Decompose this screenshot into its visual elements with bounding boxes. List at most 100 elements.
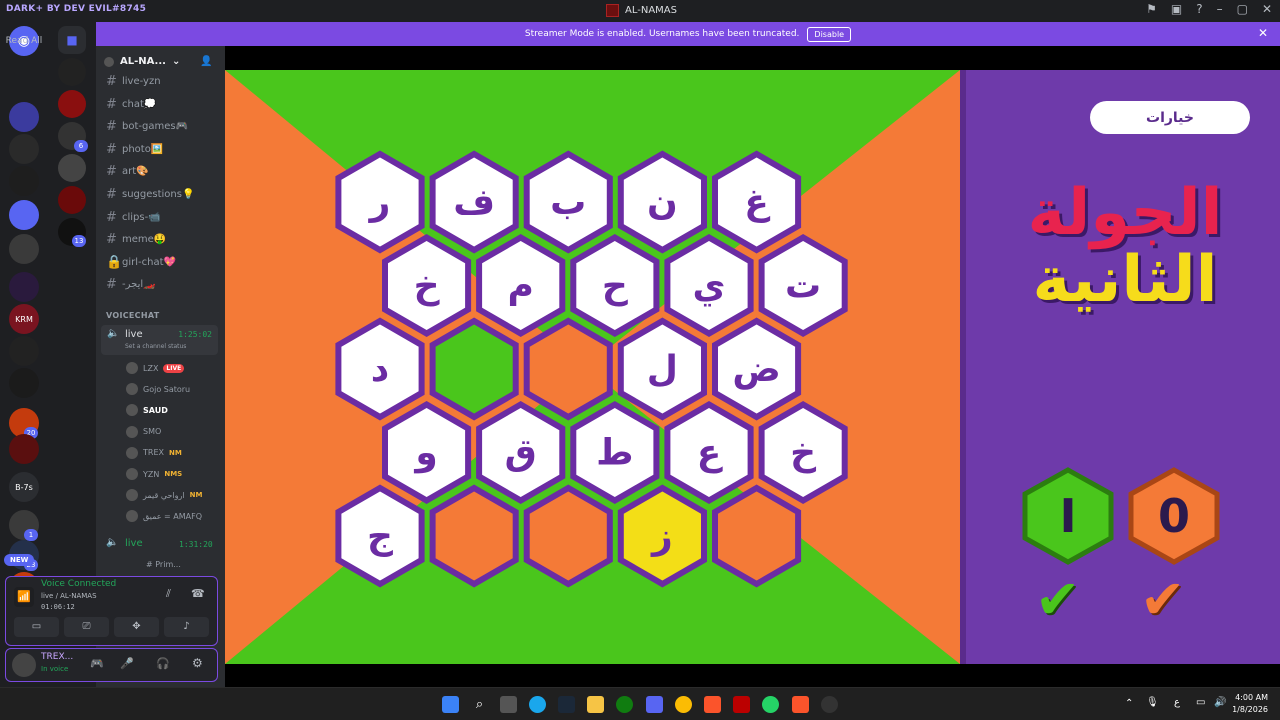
hex-cell[interactable]: ق (476, 401, 566, 504)
folder-server-5[interactable] (58, 186, 86, 214)
username[interactable]: TREX... (41, 652, 73, 662)
channel-item[interactable]: # chat💭 (106, 97, 156, 112)
folder-server-1[interactable] (58, 58, 86, 86)
voice-user[interactable]: LZX LIVE (126, 362, 185, 374)
hex-cell[interactable]: غ (712, 150, 802, 254)
voice-user[interactable]: Gojo Satoru (126, 383, 190, 396)
voice-user[interactable]: ارواحي قيمر NM (126, 489, 202, 502)
help-icon[interactable]: ? (1196, 2, 1202, 16)
mic-tray-icon[interactable]: 🎙 (1146, 697, 1159, 708)
voice-user[interactable]: عميق = AMAFQ (126, 510, 202, 523)
soundboard-button[interactable]: ♪ (164, 617, 209, 637)
hex-cell[interactable] (523, 484, 613, 588)
channel-item[interactable]: # meme🤑 (106, 232, 166, 247)
server-icon-3[interactable] (9, 166, 39, 196)
noise-suppression-icon[interactable]: ⫽ (166, 587, 171, 601)
hex-cell[interactable] (523, 317, 613, 421)
steam-icon[interactable] (558, 696, 575, 713)
channel-item[interactable]: # -ايجر🏎️ (106, 277, 156, 292)
signal-icon[interactable]: 📶 (14, 587, 34, 607)
channel-item[interactable]: 🔒 girl-chat💖 (106, 255, 176, 270)
hex-cell[interactable]: م (476, 234, 566, 337)
brave-icon[interactable] (704, 696, 721, 713)
hex-cell[interactable]: ض (712, 317, 802, 421)
hex-cell[interactable]: ف (429, 150, 519, 254)
options-button[interactable]: خيارات (1090, 101, 1250, 134)
channel-item[interactable]: # photo🖼️ (106, 142, 163, 157)
hex-cell[interactable] (429, 484, 519, 588)
server-icon-1[interactable] (9, 102, 39, 132)
hex-cell[interactable]: خ (758, 401, 848, 504)
hex-cell[interactable]: ي (664, 234, 754, 337)
voice-user[interactable]: TREX NM (126, 446, 182, 459)
server-icon-11[interactable] (9, 434, 39, 464)
activities-button[interactable]: ✥ (114, 617, 159, 637)
voice-user[interactable]: SAUD (126, 404, 168, 417)
disconnect-icon[interactable]: ☎ (191, 587, 205, 600)
voice-channel-2-user[interactable]: # Prim... (146, 560, 181, 569)
server-icon-12[interactable]: B-7s (9, 472, 39, 502)
hex-cell[interactable]: ح (570, 234, 660, 337)
server-icon-5[interactable] (9, 234, 39, 264)
headphones-icon[interactable]: 🎧 (156, 657, 170, 670)
hex-cell[interactable]: ب (523, 150, 613, 254)
voice-channel-2-name[interactable]: live (125, 538, 143, 549)
avatar[interactable] (12, 653, 36, 677)
hex-cell[interactable]: د (335, 317, 425, 421)
edge-icon[interactable] (529, 696, 546, 713)
hex-cell[interactable]: خ (382, 234, 472, 337)
add-member-icon[interactable]: 👤 (200, 56, 212, 67)
server-icon-6[interactable] (9, 272, 39, 302)
voice-user[interactable]: SMO (126, 425, 161, 438)
folder-icon[interactable]: ■ (58, 26, 86, 54)
network-icon[interactable]: ▭ (1196, 697, 1205, 708)
channel-item[interactable]: # art🎨 (106, 164, 149, 179)
hex-cell[interactable]: ز (617, 484, 707, 588)
gear-icon[interactable]: ⚙ (192, 656, 203, 670)
server-icon-9[interactable] (9, 368, 39, 398)
minimize-button[interactable]: – (1217, 2, 1223, 16)
hex-cell[interactable]: ط (570, 401, 660, 504)
banner-close-icon[interactable]: ✕ (1258, 26, 1268, 40)
task-view-icon[interactable] (500, 696, 517, 713)
microphone-icon[interactable]: 🎤 (120, 657, 134, 670)
voice-channel-live-active[interactable]: 🔈 live 1:25:02 Set a channel status (101, 325, 218, 355)
channel-status-placeholder[interactable]: Set a channel status (125, 343, 186, 350)
hex-cell[interactable]: ن (617, 150, 707, 254)
new-badge[interactable]: NEW (4, 554, 35, 566)
close-window-button[interactable]: ✕ (1262, 2, 1272, 16)
voice-user[interactable]: YZN NMS (126, 468, 182, 480)
file-explorer-icon[interactable] (587, 696, 604, 713)
discord-taskbar-icon[interactable] (646, 696, 663, 713)
server-icon-4[interactable] (9, 200, 39, 230)
search-icon[interactable]: ⌕ (471, 696, 488, 713)
voice-channel-path[interactable]: live / AL-NAMAS (41, 592, 97, 600)
channel-item[interactable]: # suggestions💡 (106, 187, 194, 202)
channel-item[interactable]: # live-yzn (106, 74, 161, 89)
disable-streamer-button[interactable]: Disable (807, 26, 852, 42)
hex-cell[interactable] (712, 484, 802, 588)
hex-cell[interactable]: ج (335, 484, 425, 588)
hex-cell[interactable]: ت (758, 234, 848, 337)
chrome-icon[interactable] (675, 696, 692, 713)
obs-icon[interactable] (821, 696, 838, 713)
hex-cell[interactable]: و (382, 401, 472, 504)
voice-category[interactable]: VOICECHAT (106, 311, 159, 320)
folder-server-2[interactable] (58, 90, 86, 118)
read-all-button[interactable]: Read All (0, 36, 48, 46)
language-indicator[interactable]: ع (1174, 697, 1180, 708)
screen-share-button[interactable]: ⎚ (64, 617, 109, 637)
channel-item[interactable]: # bot-games🎮 (106, 119, 188, 134)
server-icon-7[interactable]: KRM (9, 304, 39, 334)
server-icon-2[interactable] (9, 134, 39, 164)
hex-cell[interactable] (429, 317, 519, 421)
tray-chevron-icon[interactable]: ⌃ (1125, 698, 1133, 709)
hex-cell[interactable]: ل (617, 317, 707, 421)
flag-icon[interactable]: ⚑ (1146, 2, 1157, 16)
taskbar-clock[interactable]: 4:00 AM 1/8/2026 (1232, 692, 1268, 716)
hex-cell[interactable]: ر (335, 150, 425, 254)
camera-button[interactable]: ▭ (14, 617, 59, 637)
start-icon[interactable] (442, 696, 459, 713)
server-header[interactable]: AL-NA... ⌄ 👤 (104, 56, 213, 67)
volume-icon[interactable]: 🔊 (1214, 697, 1226, 708)
